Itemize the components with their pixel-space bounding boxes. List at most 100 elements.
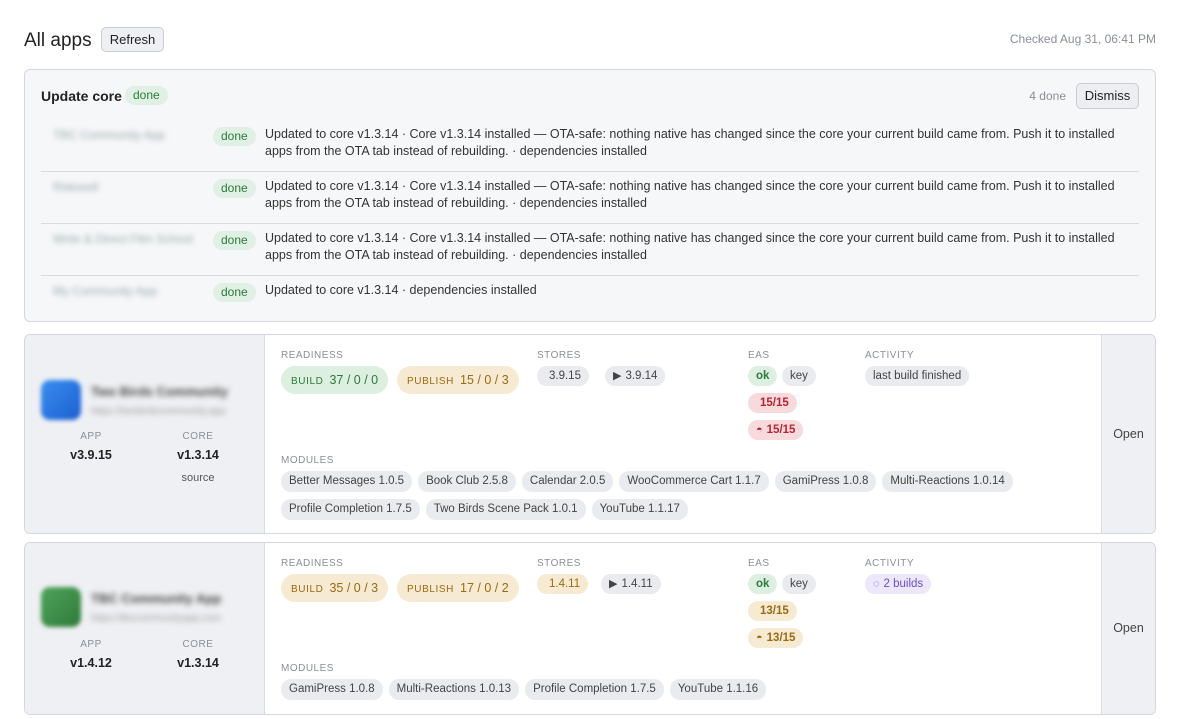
update-row: My Community App done Updated to core v1…: [41, 276, 1139, 310]
update-row-message: Updated to core v1.3.14 · Core v1.3.14 i…: [265, 179, 1115, 210]
core-source-label: source: [181, 472, 215, 484]
update-core-panel: Update core done 4 done Dismiss TBC Comm…: [24, 69, 1156, 322]
module-chip: YouTube 1.1.17: [591, 499, 688, 520]
readiness-label: READINESS: [281, 350, 344, 361]
refresh-button[interactable]: Refresh: [101, 27, 164, 52]
app-icon: [41, 380, 81, 420]
build-counts: 35 / 0 / 3: [329, 581, 379, 595]
core-version-value: v1.3.14: [177, 656, 219, 670]
activity-label: ACTIVITY: [865, 350, 915, 361]
eas-ios-chip: 13/15: [748, 601, 797, 621]
update-row: TBC Community App done Updated to core v…: [41, 120, 1139, 172]
app-summary: Two Birds Community https://twobirdscomm…: [25, 335, 265, 533]
app-name: Two Birds Community: [91, 384, 228, 399]
update-row-message: Updated to core v1.3.14 · Core v1.3.14 i…: [265, 231, 1115, 262]
stores-label: STORES: [537, 558, 581, 569]
store-android-version: 3.9.14: [625, 370, 658, 382]
modules-list: GamiPress 1.0.8 Multi-Reactions 1.0.13 Pro…: [281, 679, 1061, 707]
module-chip: Profile Completion 1.7.5: [525, 679, 664, 700]
stores-label: STORES: [537, 350, 581, 361]
store-ios-version: 1.4.11: [549, 578, 581, 590]
module-chip: Two Birds Scene Pack 1.0.1: [425, 499, 586, 520]
publish-label: PUBLISH: [407, 376, 454, 387]
module-chip: Profile Completion 1.7.5: [281, 499, 420, 520]
update-row-status-badge: done: [213, 127, 256, 146]
android-icon: ◓: [756, 424, 763, 436]
publish-counts: 15 / 0 / 3: [460, 373, 509, 387]
store-android-chip: ▶ 1.4.11: [601, 574, 661, 594]
activity-chip: last build finished: [865, 366, 970, 386]
eas-key-chip: key: [782, 574, 816, 594]
activity-label: ACTIVITY: [865, 558, 915, 569]
activity-chip: ◌ 2 builds: [865, 574, 932, 594]
play-store-icon: ▶: [609, 578, 618, 590]
app-url: https://twobirdscommunity.app: [91, 406, 226, 417]
update-row-status-badge: done: [213, 179, 256, 198]
app-name: TBC Community App: [91, 591, 222, 606]
core-version-label: CORE: [182, 639, 214, 650]
update-core-title: Update core: [41, 88, 122, 104]
eas-label: EAS: [748, 350, 770, 361]
app-version-label: APP: [80, 431, 102, 442]
app-url: https://tbccommunityapp.com: [91, 613, 222, 624]
modules-list: Better Messages 1.0.5 Book Club 2.5.8 Cale…: [281, 471, 1061, 527]
module-chip: GamiPress 1.0.8: [774, 471, 877, 492]
module-chip: YouTube 1.1.16: [669, 679, 767, 700]
update-row-message: Updated to core v1.3.14 · dependencies i…: [265, 283, 537, 297]
update-row-message: Updated to core v1.3.14 · Core v1.3.14 i…: [265, 127, 1115, 158]
eas-android-count: 15/15: [766, 424, 796, 436]
build-label: BUILD: [291, 584, 324, 595]
publish-readiness-pill: PUBLISH 17 / 0 / 2: [397, 574, 519, 602]
update-row-status-badge: done: [213, 231, 256, 250]
core-version-label: CORE: [182, 431, 214, 442]
spinner-icon: ◌: [873, 578, 880, 590]
app-card: Two Birds Community https://twobirdscomm…: [24, 334, 1156, 534]
open-app-button[interactable]: Open: [1101, 335, 1155, 533]
readiness-label: READINESS: [281, 558, 344, 569]
build-readiness-pill: BUILD 37 / 0 / 0: [281, 366, 389, 394]
eas-key-chip: key: [782, 366, 816, 386]
app-summary: TBC Community App https://tbccommunityap…: [25, 543, 265, 714]
app-version-value: v3.9.15: [70, 448, 112, 462]
store-ios-chip: 1.4.11: [537, 574, 589, 594]
done-count: 4 done: [1029, 89, 1066, 103]
module-chip: Book Club 2.5.8: [418, 471, 516, 492]
page-header: All apps Refresh Checked Aug 31, 06:41 P…: [24, 26, 1156, 54]
module-chip: GamiPress 1.0.8: [281, 679, 383, 700]
page-title: All apps: [24, 30, 92, 51]
update-row: Write & Direct Film School done Updated …: [41, 224, 1139, 276]
update-core-rows: TBC Community App done Updated to core v…: [41, 120, 1139, 310]
module-chip: Better Messages 1.0.5: [281, 471, 413, 492]
eas-ios-count: 15/15: [760, 397, 789, 409]
eas-android-count: 13/15: [766, 632, 796, 644]
core-version-value: v1.3.14: [177, 448, 219, 462]
play-store-icon: ▶: [613, 370, 622, 382]
eas-ios-chip: 15/15: [748, 393, 797, 413]
open-app-button[interactable]: Open: [1101, 543, 1155, 714]
publish-label: PUBLISH: [407, 584, 454, 595]
update-row-app-name: TBC Community App: [53, 128, 166, 142]
dismiss-button[interactable]: Dismiss: [1076, 83, 1139, 109]
module-chip: Multi-Reactions 1.0.13: [388, 679, 520, 700]
eas-label: EAS: [748, 558, 770, 569]
store-ios-chip: 3.9.15: [537, 366, 589, 386]
activity-text: 2 builds: [883, 578, 924, 590]
publish-counts: 17 / 0 / 2: [460, 581, 509, 595]
app-version-value: v1.4.12: [70, 656, 112, 670]
android-icon: ◓: [756, 632, 763, 644]
update-row-app-name: Ridewell: [53, 180, 99, 194]
build-label: BUILD: [291, 376, 324, 387]
modules-label: MODULES: [281, 455, 334, 466]
module-chip: WooCommerce Cart 1.1.7: [619, 471, 769, 492]
app-version-label: APP: [80, 639, 102, 650]
update-row-app-name: My Community App: [53, 284, 158, 298]
eas-status-chip: ok: [748, 366, 778, 386]
app-icon: [41, 587, 81, 627]
module-chip: Calendar 2.0.5: [521, 471, 614, 492]
eas-ios-count: 13/15: [760, 605, 789, 617]
modules-label: MODULES: [281, 663, 334, 674]
last-checked-text: Checked Aug 31, 06:41 PM: [1009, 32, 1156, 46]
update-row: Ridewell done Updated to core v1.3.14 · …: [41, 172, 1139, 224]
module-chip: Multi-Reactions 1.0.14: [882, 471, 1013, 492]
eas-status-chip: ok: [748, 574, 778, 594]
